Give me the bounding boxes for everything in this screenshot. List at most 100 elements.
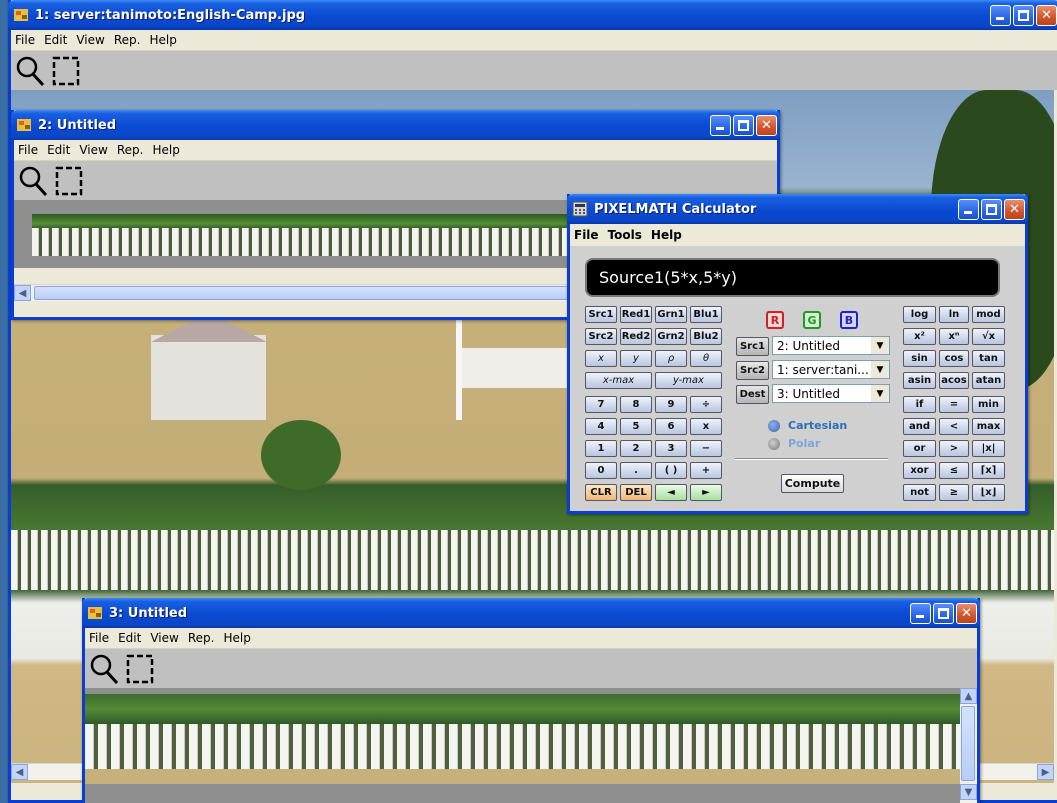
selection-rectangle-icon[interactable] (125, 653, 155, 685)
key-mod[interactable]: mod (972, 306, 1005, 323)
key-and[interactable]: and (903, 418, 936, 435)
key-theta[interactable]: θ (690, 350, 722, 367)
key-acos[interactable]: acos (939, 372, 969, 389)
key-minus[interactable]: − (690, 440, 722, 457)
key-red1[interactable]: Red1 (620, 306, 652, 323)
key-x-max[interactable]: x-max (585, 372, 652, 389)
key-max[interactable]: max (972, 418, 1005, 435)
key-if[interactable]: if (903, 396, 936, 413)
coord-cartesian-radio[interactable]: Cartesian (768, 419, 847, 432)
key-decimal[interactable]: . (620, 462, 652, 479)
key-y-max[interactable]: y-max (655, 372, 722, 389)
chevron-down-icon[interactable]: ▼ (871, 361, 889, 378)
key-less-equal[interactable]: ≤ (939, 462, 969, 479)
minimize-button[interactable] (958, 198, 979, 220)
key-cos[interactable]: cos (939, 350, 969, 367)
key-greater-than[interactable]: > (939, 440, 969, 457)
green-channel-toggle[interactable]: G (803, 311, 821, 329)
key-4[interactable]: 4 (585, 418, 617, 435)
close-button[interactable]: ✕ (1036, 4, 1057, 26)
chevron-down-icon[interactable]: ▼ (871, 385, 889, 402)
key-0[interactable]: 0 (585, 462, 617, 479)
cursor-left-button[interactable]: ◄ (655, 484, 687, 501)
close-button[interactable]: ✕ (956, 602, 977, 624)
key-blu1[interactable]: Blu1 (690, 306, 722, 323)
key-divide[interactable]: ÷ (690, 396, 722, 413)
close-button[interactable]: ✕ (1004, 198, 1025, 220)
key-ceiling[interactable]: ⌈x⌉ (972, 462, 1005, 479)
key-sin[interactable]: sin (903, 350, 936, 367)
source1-select[interactable]: 2: Untitled ▼ (772, 336, 890, 355)
cursor-right-button[interactable]: ► (690, 484, 722, 501)
menu-help[interactable]: Help (651, 228, 682, 242)
compute-button[interactable]: Compute (781, 474, 844, 493)
scroll-thumb[interactable] (961, 706, 975, 781)
key-src2[interactable]: Src2 (585, 328, 617, 345)
key-parens[interactable]: ( ) (655, 462, 687, 479)
destination-select[interactable]: 3: Untitled ▼ (772, 384, 890, 403)
chevron-down-icon[interactable]: ▼ (871, 337, 889, 354)
key-abs[interactable]: |x| (972, 440, 1005, 457)
menu-file[interactable]: File (18, 143, 38, 157)
key-or[interactable]: or (903, 440, 936, 457)
magnifier-icon[interactable] (18, 165, 48, 197)
selection-rectangle-icon[interactable] (51, 55, 81, 87)
menu-view[interactable]: View (76, 33, 104, 47)
menu-help[interactable]: Help (149, 33, 176, 47)
key-square[interactable]: x² (903, 328, 936, 345)
key-not[interactable]: not (903, 484, 936, 501)
key-1[interactable]: 1 (585, 440, 617, 457)
key-power[interactable]: xⁿ (939, 328, 969, 345)
scroll-down-button[interactable]: ▼ (960, 784, 977, 800)
scroll-left-button[interactable]: ◀ (11, 764, 28, 780)
menu-view[interactable]: View (79, 143, 107, 157)
key-9[interactable]: 9 (655, 396, 687, 413)
key-xor[interactable]: xor (903, 462, 936, 479)
red-channel-toggle[interactable]: R (766, 311, 784, 329)
menu-edit[interactable]: Edit (47, 143, 70, 157)
menu-help[interactable]: Help (152, 143, 179, 157)
key-3[interactable]: 3 (655, 440, 687, 457)
key-multiply[interactable]: x (690, 418, 722, 435)
source2-select[interactable]: 1: server:tani... ▼ (772, 360, 890, 379)
key-7[interactable]: 7 (585, 396, 617, 413)
scroll-right-button[interactable]: ▶ (1037, 764, 1054, 780)
menu-edit[interactable]: Edit (118, 631, 141, 645)
window-titlebar[interactable]: 2: Untitled ✕ (11, 110, 780, 140)
key-equals[interactable]: = (939, 396, 969, 413)
window-titlebar[interactable]: PIXELMATH Calculator ✕ (567, 194, 1028, 224)
key-greater-equal[interactable]: ≥ (939, 484, 969, 501)
key-asin[interactable]: asin (903, 372, 936, 389)
key-grn2[interactable]: Grn2 (655, 328, 687, 345)
delete-button[interactable]: DEL (620, 484, 652, 501)
menu-rep[interactable]: Rep. (188, 631, 215, 645)
key-x[interactable]: x (585, 350, 617, 367)
menu-rep[interactable]: Rep. (114, 33, 141, 47)
key-blu2[interactable]: Blu2 (690, 328, 722, 345)
key-floor[interactable]: ⌊x⌋ (972, 484, 1005, 501)
maximize-button[interactable] (933, 602, 954, 624)
key-tan[interactable]: tan (972, 350, 1005, 367)
blue-channel-toggle[interactable]: B (840, 311, 858, 329)
maximize-button[interactable] (981, 198, 1002, 220)
key-y[interactable]: y (620, 350, 652, 367)
key-plus[interactable]: + (690, 462, 722, 479)
key-5[interactable]: 5 (620, 418, 652, 435)
coord-polar-radio[interactable]: Polar (768, 437, 820, 450)
menu-rep[interactable]: Rep. (117, 143, 144, 157)
menu-view[interactable]: View (150, 631, 178, 645)
key-min[interactable]: min (972, 396, 1005, 413)
menu-tools[interactable]: Tools (608, 228, 642, 242)
key-sqrt[interactable]: √x (972, 328, 1005, 345)
selection-rectangle-icon[interactable] (54, 165, 84, 197)
key-red2[interactable]: Red2 (620, 328, 652, 345)
key-less-than[interactable]: < (939, 418, 969, 435)
scroll-up-button[interactable]: ▲ (960, 688, 977, 704)
maximize-button[interactable] (733, 114, 754, 136)
expression-display[interactable]: Source1(5*x,5*y) (585, 258, 1000, 297)
key-log[interactable]: log (903, 306, 936, 323)
window-titlebar[interactable]: 1: server:tanimoto:English-Camp.jpg ✕ (8, 0, 1057, 30)
maximize-button[interactable] (1013, 4, 1034, 26)
key-grn1[interactable]: Grn1 (655, 306, 687, 323)
menu-file[interactable]: File (89, 631, 109, 645)
